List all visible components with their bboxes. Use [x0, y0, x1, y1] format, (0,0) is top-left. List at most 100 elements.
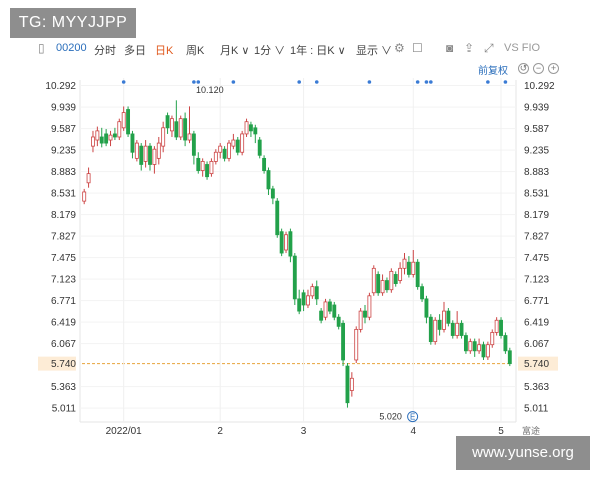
- y-tick-label-right: 7.123: [524, 275, 549, 286]
- candle-up: [433, 317, 438, 345]
- candle-up: [95, 126, 100, 147]
- candle-down: [393, 271, 398, 287]
- candle-up: [117, 118, 122, 141]
- candle-body: [284, 234, 288, 251]
- candle-body: [424, 298, 429, 318]
- candle-down: [503, 332, 508, 354]
- candle-down: [428, 314, 433, 345]
- y-tick-label-right: 8.531: [524, 189, 549, 200]
- candle-body: [363, 310, 367, 318]
- candle-up: [86, 167, 91, 188]
- candle-body: [314, 286, 319, 300]
- candle-body: [301, 292, 306, 306]
- candle-up: [152, 146, 157, 174]
- y-tick-label-right: 5.740: [524, 359, 549, 370]
- candle-down: [314, 280, 319, 305]
- y-tick-label-left: 5.740: [51, 359, 76, 370]
- period-low-label: 5.020: [379, 412, 402, 422]
- candle-up: [244, 118, 249, 137]
- candle-body: [468, 341, 473, 352]
- candle-up: [240, 130, 245, 156]
- candle-body: [349, 377, 354, 391]
- candle-up: [200, 158, 205, 177]
- candle-body: [170, 118, 174, 132]
- candle-down: [253, 124, 258, 144]
- candle-up: [209, 158, 214, 177]
- y-tick-label-left: 5.363: [51, 382, 76, 393]
- candle-body: [244, 121, 249, 135]
- candle-body: [494, 319, 499, 333]
- y-tick-label-right: 6.771: [524, 296, 549, 307]
- candle-body: [376, 274, 381, 294]
- y-tick-label-right: 8.179: [524, 210, 549, 221]
- event-marker: [196, 80, 201, 84]
- candle-up: [170, 115, 174, 137]
- y-tick-label-left: 7.123: [51, 275, 76, 286]
- candle-body: [341, 322, 346, 361]
- candle-body: [134, 142, 139, 159]
- candle-down: [450, 320, 455, 339]
- candle-body: [156, 142, 161, 159]
- candle-body: [433, 319, 438, 343]
- y-tick-label-left: 6.419: [51, 318, 76, 329]
- candle-up: [187, 106, 192, 144]
- x-tick-label: 3: [301, 426, 307, 437]
- candle-body: [121, 112, 126, 129]
- candle-body: [490, 332, 495, 346]
- candle-up: [349, 372, 354, 397]
- candle-down: [341, 320, 346, 367]
- x-tick-label: 2022/01: [106, 426, 143, 437]
- brand-corner-label: 富途: [522, 425, 540, 436]
- candle-body: [126, 109, 131, 135]
- event-marker: [231, 80, 236, 84]
- y-tick-label-left: 9.587: [51, 124, 76, 135]
- candle-up: [411, 250, 416, 278]
- candlestick-chart[interactable]: 10.292 9.939 9.587 9.235 8.883 8.531 8.179 7.82…: [0, 0, 600, 480]
- y-tick-label-left: 7.827: [51, 232, 76, 243]
- candle-up: [231, 133, 236, 150]
- candle-down: [385, 277, 389, 293]
- y-tick-label-left: 10.292: [45, 81, 76, 92]
- candle-up: [156, 136, 161, 165]
- candle-body: [95, 130, 100, 141]
- candle-body: [270, 188, 275, 199]
- y-tick-label-right: 7.827: [524, 232, 549, 243]
- candle-down: [437, 314, 442, 336]
- candle-body: [235, 139, 240, 153]
- candle-down: [148, 143, 152, 171]
- event-marker: [367, 80, 372, 84]
- candle-down: [99, 127, 104, 148]
- candle-down: [446, 308, 451, 327]
- candle-body: [446, 310, 451, 324]
- candle-up: [310, 283, 315, 299]
- candle-body: [345, 365, 350, 404]
- candle-up: [455, 311, 460, 339]
- candle-body: [406, 261, 411, 275]
- candle-body: [108, 134, 113, 141]
- candle-up: [306, 289, 310, 309]
- candle-down: [327, 298, 332, 315]
- candle-body: [227, 142, 231, 159]
- candle-body: [99, 136, 104, 144]
- candle-up: [477, 338, 482, 354]
- watermark: www.yunse.org: [456, 436, 590, 470]
- candle-up: [227, 140, 231, 162]
- candle-body: [279, 231, 284, 254]
- candle-up: [134, 140, 139, 162]
- candle-up: [468, 338, 473, 354]
- candle-up: [398, 262, 403, 284]
- x-tick-label: 4: [410, 426, 416, 437]
- candle-down: [174, 100, 179, 141]
- event-marker: [415, 80, 420, 84]
- candle-up: [485, 341, 490, 360]
- candle-body: [200, 161, 205, 171]
- candle-body: [459, 322, 464, 336]
- candle-body: [336, 316, 341, 327]
- candle-down: [275, 198, 280, 238]
- y-tick-label-left: 8.883: [51, 167, 76, 178]
- candle-up: [178, 115, 183, 141]
- y-tick-label-right: 9.587: [524, 124, 549, 135]
- candle-body: [178, 118, 183, 138]
- candle-body: [358, 310, 363, 330]
- candle-body: [354, 329, 359, 361]
